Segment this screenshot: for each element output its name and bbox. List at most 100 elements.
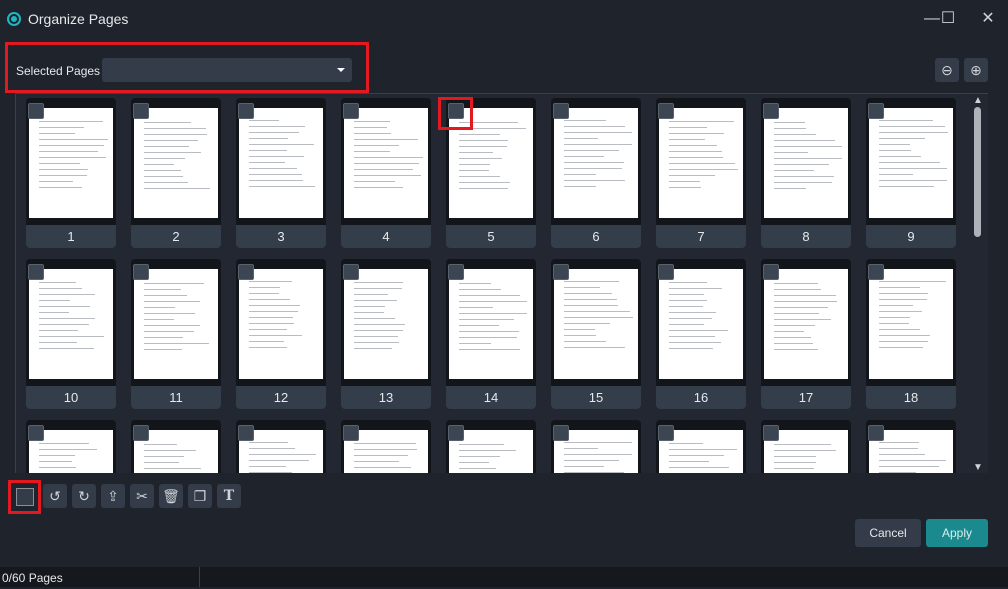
page-card[interactable]: 18 [866,259,956,409]
scrollbar-thumb[interactable] [974,107,981,237]
cut-button[interactable]: ✂ [130,484,154,508]
page-number: 10 [26,386,116,409]
page-thumbnail [764,108,848,218]
selected-pages-label: Selected Pages [16,64,101,78]
page-checkbox[interactable] [553,425,569,441]
page-checkbox[interactable] [448,103,464,119]
page-number: 16 [656,386,746,409]
page-card[interactable]: 25 [656,420,746,473]
page-card[interactable]: 20 [131,420,221,473]
page-number: 7 [656,225,746,248]
page-checkbox[interactable] [28,103,44,119]
page-card[interactable]: 16 [656,259,746,409]
page-checkbox[interactable] [133,264,149,280]
page-card[interactable]: 8 [761,98,851,248]
page-card[interactable]: 11 [131,259,221,409]
extract-button[interactable]: ⇪ [101,484,125,508]
page-thumbnail [134,108,218,218]
page-checkbox[interactable] [238,264,254,280]
page-card[interactable]: 10 [26,259,116,409]
page-number: 13 [341,386,431,409]
page-checkbox[interactable] [658,103,674,119]
scroll-up-icon[interactable]: ▲ [973,95,983,106]
page-card[interactable]: 22 [341,420,431,473]
scroll-down-icon[interactable]: ▼ [973,462,983,473]
page-thumbnail [239,108,323,218]
page-number: 3 [236,225,326,248]
page-card[interactable]: 1 [26,98,116,248]
page-card[interactable]: 23 [446,420,536,473]
page-card[interactable]: 2 [131,98,221,248]
page-checkbox[interactable] [868,103,884,119]
page-card[interactable]: 26 [761,420,851,473]
page-checkbox[interactable] [448,425,464,441]
page-number: 8 [761,225,851,248]
page-card[interactable]: 19 [26,420,116,473]
status-bar: 0/60 Pages [0,567,1008,587]
selected-pages-dropdown[interactable] [102,58,352,82]
insert-text-button[interactable]: T [217,484,241,508]
page-number: 1 [26,225,116,248]
page-card[interactable]: 17 [761,259,851,409]
page-card[interactable]: 7 [656,98,746,248]
maximize-button[interactable]: ☐ [936,8,960,30]
page-checkbox[interactable] [553,103,569,119]
page-number: 14 [446,386,536,409]
page-number: 5 [446,225,536,248]
page-checkbox[interactable] [28,425,44,441]
rotate-left-button[interactable]: ↺ [43,484,67,508]
page-number: 17 [761,386,851,409]
page-thumbnail [869,108,953,218]
page-checkbox[interactable] [343,264,359,280]
page-checkbox[interactable] [133,425,149,441]
select-all-checkbox[interactable] [12,484,36,508]
page-card[interactable]: 14 [446,259,536,409]
apply-button[interactable]: Apply [926,519,988,547]
page-card[interactable]: 27 [866,420,956,473]
page-card[interactable]: 24 [551,420,641,473]
duplicate-button[interactable]: ❐ [188,484,212,508]
page-card[interactable]: 5 [446,98,536,248]
page-thumbnail [869,269,953,379]
page-card[interactable]: 6 [551,98,641,248]
app-logo-icon [7,12,21,26]
page-card[interactable]: 21 [236,420,326,473]
page-card[interactable]: 3 [236,98,326,248]
page-card[interactable]: 9 [866,98,956,248]
zoom-in-button[interactable]: ⊕ [964,58,988,82]
page-card[interactable]: 12 [236,259,326,409]
page-checkbox[interactable] [448,264,464,280]
page-checkbox[interactable] [343,103,359,119]
page-card[interactable]: 13 [341,259,431,409]
page-checkbox[interactable] [28,264,44,280]
page-thumbnail [659,108,743,218]
page-thumbnail [29,108,113,218]
page-checkbox[interactable] [238,103,254,119]
window-title: Organize Pages [28,11,129,27]
page-checkbox[interactable] [343,425,359,441]
title-bar: Organize Pages — ☐ ✕ [0,0,1008,38]
page-thumbnail [764,269,848,379]
page-thumbnail [29,269,113,379]
page-number: 2 [131,225,221,248]
rotate-right-button[interactable]: ↻ [72,484,96,508]
page-checkbox[interactable] [868,425,884,441]
scrollbar[interactable]: ▲ ▼ [970,95,986,473]
page-checkbox[interactable] [868,264,884,280]
page-checkbox[interactable] [763,264,779,280]
page-checkbox[interactable] [553,264,569,280]
page-card[interactable]: 4 [341,98,431,248]
zoom-out-button[interactable]: ⊖ [935,58,959,82]
page-thumbnail [449,108,533,218]
page-checkbox[interactable] [658,264,674,280]
page-checkbox[interactable] [763,425,779,441]
page-card[interactable]: 15 [551,259,641,409]
page-checkbox[interactable] [238,425,254,441]
cancel-button[interactable]: Cancel [855,519,921,547]
close-button[interactable]: ✕ [976,8,1000,30]
page-checkbox[interactable] [133,103,149,119]
page-checkbox[interactable] [763,103,779,119]
delete-button[interactable]: 🗑 [159,484,183,508]
page-checkbox[interactable] [658,425,674,441]
page-number: 15 [551,386,641,409]
